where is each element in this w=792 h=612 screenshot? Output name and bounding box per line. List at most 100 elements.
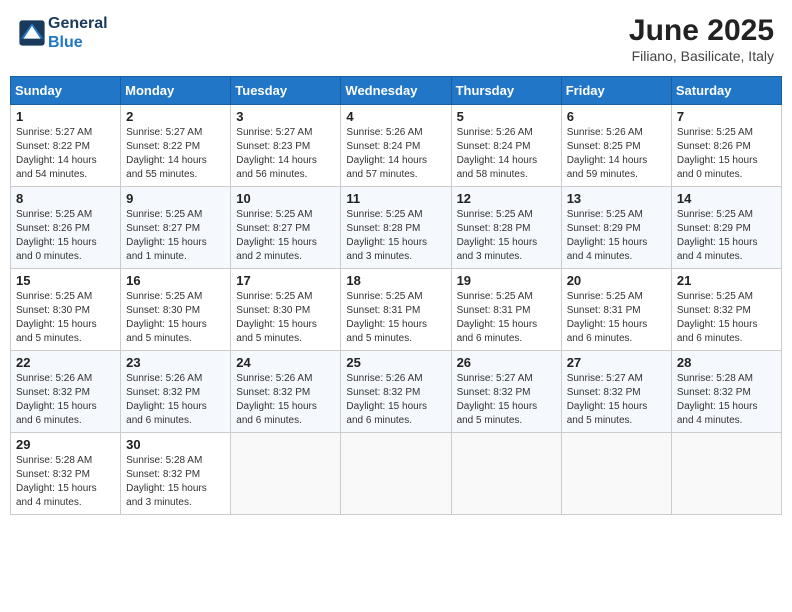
day-number: 7 (677, 109, 776, 124)
day-info: Sunrise: 5:26 AM Sunset: 8:24 PM Dayligh… (457, 126, 556, 182)
day-number: 8 (16, 191, 115, 206)
calendar-day-cell: 1 Sunrise: 5:27 AM Sunset: 8:22 PM Daylig… (11, 105, 121, 187)
day-number: 24 (236, 355, 335, 370)
calendar-day-cell: 25 Sunrise: 5:26 AM Sunset: 8:32 PM Dayli… (341, 351, 451, 433)
day-info: Sunrise: 5:25 AM Sunset: 8:29 PM Dayligh… (677, 208, 776, 264)
day-info: Sunrise: 5:25 AM Sunset: 8:32 PM Dayligh… (677, 290, 776, 346)
day-info: Sunrise: 5:25 AM Sunset: 8:30 PM Dayligh… (16, 290, 115, 346)
month-title: June 2025 (629, 14, 774, 48)
day-number: 21 (677, 273, 776, 288)
title-block: June 2025 Filiano, Basilicate, Italy (629, 14, 774, 64)
calendar-day-cell: 4 Sunrise: 5:26 AM Sunset: 8:24 PM Daylig… (341, 105, 451, 187)
day-info: Sunrise: 5:27 AM Sunset: 8:23 PM Dayligh… (236, 126, 335, 182)
day-number: 29 (16, 437, 115, 452)
calendar-day-cell: 30 Sunrise: 5:28 AM Sunset: 8:32 PM Dayli… (121, 433, 231, 515)
day-info: Sunrise: 5:25 AM Sunset: 8:27 PM Dayligh… (236, 208, 335, 264)
day-info: Sunrise: 5:25 AM Sunset: 8:28 PM Dayligh… (346, 208, 445, 264)
day-number: 28 (677, 355, 776, 370)
day-info: Sunrise: 5:28 AM Sunset: 8:32 PM Dayligh… (16, 454, 115, 510)
day-number: 10 (236, 191, 335, 206)
day-number: 2 (126, 109, 225, 124)
day-info: Sunrise: 5:26 AM Sunset: 8:32 PM Dayligh… (126, 372, 225, 428)
calendar-day-cell: 9 Sunrise: 5:25 AM Sunset: 8:27 PM Daylig… (121, 187, 231, 269)
day-number: 26 (457, 355, 556, 370)
calendar-day-cell (231, 433, 341, 515)
day-info: Sunrise: 5:25 AM Sunset: 8:29 PM Dayligh… (567, 208, 666, 264)
calendar-day-cell: 28 Sunrise: 5:28 AM Sunset: 8:32 PM Dayli… (671, 351, 781, 433)
calendar-table: SundayMondayTuesdayWednesdayThursdayFrid… (10, 76, 782, 515)
calendar-day-cell (561, 433, 671, 515)
calendar-day-cell: 29 Sunrise: 5:28 AM Sunset: 8:32 PM Dayli… (11, 433, 121, 515)
calendar-day-cell (671, 433, 781, 515)
logo-icon (18, 19, 46, 47)
day-number: 30 (126, 437, 225, 452)
day-info: Sunrise: 5:28 AM Sunset: 8:32 PM Dayligh… (126, 454, 225, 510)
calendar-day-cell: 2 Sunrise: 5:27 AM Sunset: 8:22 PM Daylig… (121, 105, 231, 187)
calendar-week-row: 29 Sunrise: 5:28 AM Sunset: 8:32 PM Dayli… (11, 433, 782, 515)
calendar-day-cell: 13Sunrise: 5:25 AM Sunset: 8:29 PM Dayli… (561, 187, 671, 269)
day-number: 18 (346, 273, 445, 288)
calendar-day-cell: 11 Sunrise: 5:25 AM Sunset: 8:28 PM Dayli… (341, 187, 451, 269)
calendar-day-cell: 3 Sunrise: 5:27 AM Sunset: 8:23 PM Daylig… (231, 105, 341, 187)
day-number: 22 (16, 355, 115, 370)
calendar-day-cell: 17 Sunrise: 5:25 AM Sunset: 8:30 PM Dayli… (231, 269, 341, 351)
day-info: Sunrise: 5:27 AM Sunset: 8:32 PM Dayligh… (457, 372, 556, 428)
day-number: 1 (16, 109, 115, 124)
calendar-day-cell: 27Sunrise: 5:27 AM Sunset: 8:32 PM Dayli… (561, 351, 671, 433)
day-info: Sunrise: 5:27 AM Sunset: 8:22 PM Dayligh… (126, 126, 225, 182)
calendar-day-cell: 14 Sunrise: 5:25 AM Sunset: 8:29 PM Dayli… (671, 187, 781, 269)
calendar-weekday-header: Thursday (451, 77, 561, 105)
day-info: Sunrise: 5:26 AM Sunset: 8:24 PM Dayligh… (346, 126, 445, 182)
day-info: Sunrise: 5:28 AM Sunset: 8:32 PM Dayligh… (677, 372, 776, 428)
day-number: 15 (16, 273, 115, 288)
day-info: Sunrise: 5:25 AM Sunset: 8:31 PM Dayligh… (567, 290, 666, 346)
day-info: Sunrise: 5:26 AM Sunset: 8:32 PM Dayligh… (236, 372, 335, 428)
day-number: 11 (346, 191, 445, 206)
calendar-day-cell: 10 Sunrise: 5:25 AM Sunset: 8:27 PM Dayli… (231, 187, 341, 269)
calendar-day-cell: 23 Sunrise: 5:26 AM Sunset: 8:32 PM Dayli… (121, 351, 231, 433)
calendar-day-cell: 26 Sunrise: 5:27 AM Sunset: 8:32 PM Dayli… (451, 351, 561, 433)
day-number: 27 (567, 355, 666, 370)
day-info: Sunrise: 5:25 AM Sunset: 8:30 PM Dayligh… (236, 290, 335, 346)
day-number: 25 (346, 355, 445, 370)
calendar-weekday-header: Sunday (11, 77, 121, 105)
calendar-day-cell (451, 433, 561, 515)
day-info: Sunrise: 5:26 AM Sunset: 8:32 PM Dayligh… (16, 372, 115, 428)
calendar-day-cell: 20 Sunrise: 5:25 AM Sunset: 8:31 PM Dayli… (561, 269, 671, 351)
day-info: Sunrise: 5:25 AM Sunset: 8:27 PM Dayligh… (126, 208, 225, 264)
calendar-day-cell (341, 433, 451, 515)
day-number: 4 (346, 109, 445, 124)
calendar-weekday-header: Saturday (671, 77, 781, 105)
day-number: 23 (126, 355, 225, 370)
calendar-day-cell: 8Sunrise: 5:25 AM Sunset: 8:26 PM Daylig… (11, 187, 121, 269)
calendar-day-cell: 5 Sunrise: 5:26 AM Sunset: 8:24 PM Daylig… (451, 105, 561, 187)
calendar-day-cell: 22 Sunrise: 5:26 AM Sunset: 8:32 PM Dayli… (11, 351, 121, 433)
calendar-day-cell: 24 Sunrise: 5:26 AM Sunset: 8:32 PM Dayli… (231, 351, 341, 433)
day-number: 5 (457, 109, 556, 124)
day-info: Sunrise: 5:25 AM Sunset: 8:31 PM Dayligh… (457, 290, 556, 346)
day-number: 17 (236, 273, 335, 288)
day-number: 20 (567, 273, 666, 288)
day-info: Sunrise: 5:25 AM Sunset: 8:31 PM Dayligh… (346, 290, 445, 346)
calendar-day-cell: 15 Sunrise: 5:25 AM Sunset: 8:30 PM Dayli… (11, 269, 121, 351)
calendar-header-row: SundayMondayTuesdayWednesdayThursdayFrid… (11, 77, 782, 105)
logo-text: General Blue (48, 14, 108, 52)
day-number: 14 (677, 191, 776, 206)
day-info: Sunrise: 5:26 AM Sunset: 8:25 PM Dayligh… (567, 126, 666, 182)
day-info: Sunrise: 5:26 AM Sunset: 8:32 PM Dayligh… (346, 372, 445, 428)
calendar-weekday-header: Monday (121, 77, 231, 105)
calendar-day-cell: 19 Sunrise: 5:25 AM Sunset: 8:31 PM Dayli… (451, 269, 561, 351)
calendar-week-row: 22 Sunrise: 5:26 AM Sunset: 8:32 PM Dayli… (11, 351, 782, 433)
calendar-day-cell: 18 Sunrise: 5:25 AM Sunset: 8:31 PM Dayli… (341, 269, 451, 351)
day-number: 3 (236, 109, 335, 124)
calendar-weekday-header: Tuesday (231, 77, 341, 105)
day-number: 9 (126, 191, 225, 206)
day-number: 19 (457, 273, 556, 288)
day-number: 6 (567, 109, 666, 124)
day-info: Sunrise: 5:27 AM Sunset: 8:22 PM Dayligh… (16, 126, 115, 182)
day-number: 16 (126, 273, 225, 288)
calendar-week-row: 1 Sunrise: 5:27 AM Sunset: 8:22 PM Daylig… (11, 105, 782, 187)
day-info: Sunrise: 5:25 AM Sunset: 8:28 PM Dayligh… (457, 208, 556, 264)
calendar-week-row: 8Sunrise: 5:25 AM Sunset: 8:26 PM Daylig… (11, 187, 782, 269)
day-info: Sunrise: 5:25 AM Sunset: 8:26 PM Dayligh… (677, 126, 776, 182)
